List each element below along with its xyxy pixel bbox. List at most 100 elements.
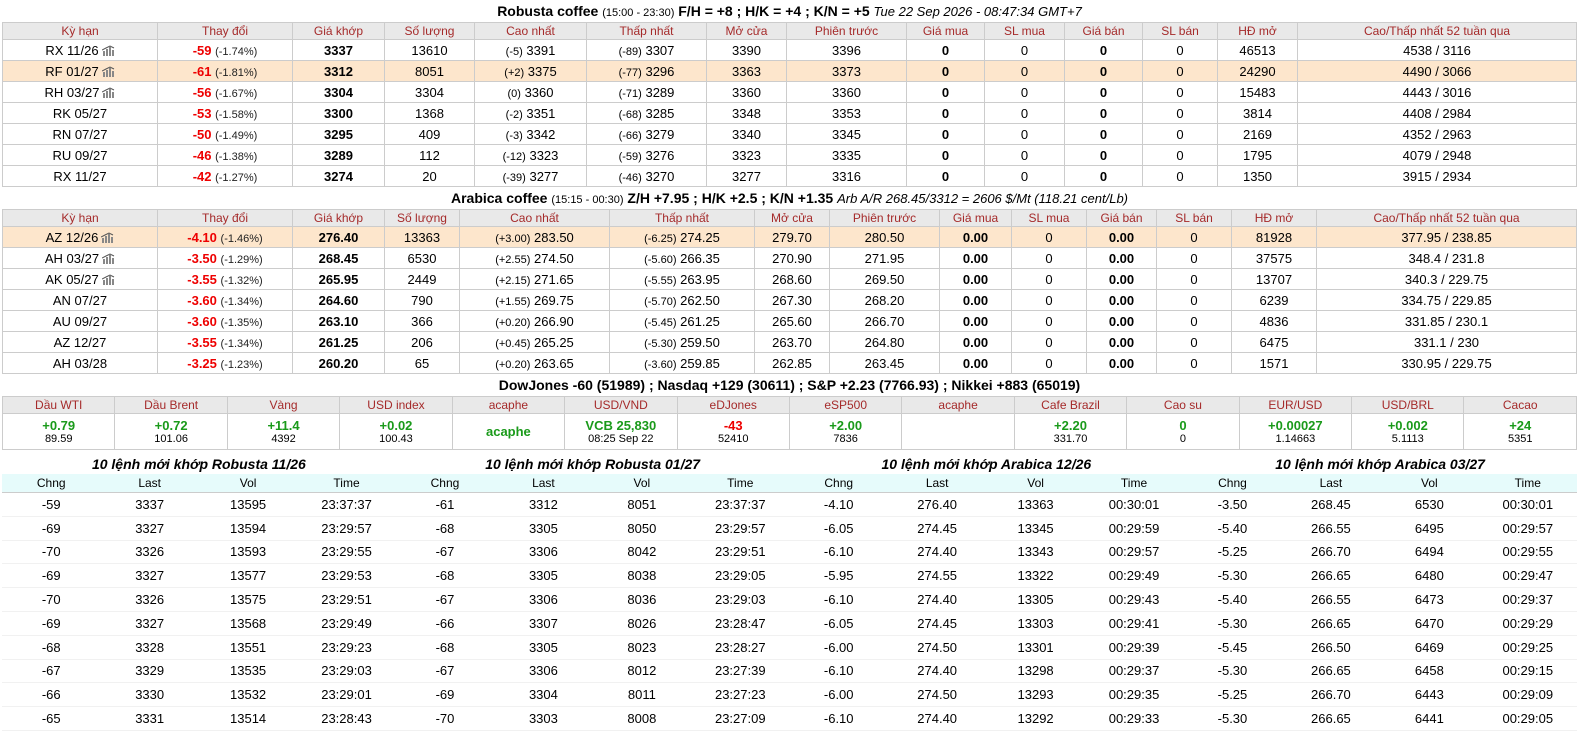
index-cell[interactable]: +0.02 100.43 (339, 413, 453, 450)
arabica-contract-row[interactable]: AH 03/27 -3.50 (-1.29%) 268.45 6530 (+2.55) … (2, 247, 1577, 269)
trade-cell: 3307 (494, 611, 593, 636)
contract-term[interactable]: AH 03/28 (2, 352, 158, 374)
chart-icon[interactable] (101, 231, 114, 243)
trade-row: -6.10 274.40 13343 00:29:57 (789, 540, 1184, 565)
index-cell[interactable]: VCB 25,830 08:25 Sep 22 (564, 413, 678, 450)
low-value: 261.25 (680, 313, 720, 329)
index-cell[interactable]: +11.4 4392 (226, 413, 341, 450)
trade-row: -65 3331 13514 23:28:43 (2, 706, 396, 731)
trade-cell: 13301 (986, 635, 1085, 660)
contract-term[interactable]: RK 05/27 (2, 102, 158, 124)
trade-cell: 23:29:23 (297, 635, 396, 660)
index-cell[interactable]: 00 (1126, 413, 1240, 450)
contract-term-label[interactable]: RF 01/27 (45, 64, 98, 79)
robusta-contract-row[interactable]: RU 09/27 -46 (-1.38%) 3289 112 (-12) 3323 (-5… (2, 144, 1577, 166)
bid-price: 0.00 (939, 331, 1012, 353)
change-value: -50 (192, 126, 212, 142)
chart-icon[interactable] (101, 65, 115, 77)
contract-term-label[interactable]: RU 09/27 (53, 148, 108, 163)
chart-icon[interactable] (101, 273, 115, 285)
trade-row: -6.10 274.40 13292 00:29:33 (789, 706, 1184, 731)
open-price: 263.70 (754, 331, 830, 353)
contract-term-label[interactable]: AZ 12/27 (54, 335, 107, 350)
robusta-contract-row[interactable]: RH 03/27 -56 (-1.67%) 3304 3304 (0) 3360 (-71… (2, 81, 1577, 103)
index-cell[interactable]: -43 52410 (676, 413, 790, 450)
contract-term[interactable]: AN 07/27 (2, 289, 158, 311)
index-value: 52410 (717, 432, 749, 445)
trade-cell: 3326 (100, 540, 199, 565)
contract-term-label[interactable]: AH 03/28 (53, 356, 107, 371)
contract-term-label[interactable]: RN 07/27 (53, 127, 108, 142)
trade-cell: 13322 (986, 563, 1085, 589)
robusta-col-header: Số lượng (384, 22, 475, 40)
trade-cell: 23:29:53 (297, 563, 396, 589)
index-cell[interactable]: acaphe (451, 413, 566, 450)
arabica-contract-row[interactable]: AH 03/28 -3.25 (-1.23%) 260.20 65 (+0.20) 26… (2, 352, 1577, 374)
contract-term-label[interactable]: AH 03/27 (45, 251, 99, 266)
index-cell[interactable]: +24 5351 (1463, 413, 1577, 450)
contract-term[interactable]: AZ 12/27 (2, 331, 158, 353)
week52-high-low: 340.3 / 229.75 (1316, 268, 1577, 290)
index-cell[interactable]: +0.00027 1.14663 (1238, 413, 1353, 450)
trade-cell: 23:29:57 (691, 516, 790, 541)
index-cell[interactable]: +0.002 5.1113 (1351, 413, 1465, 450)
robusta-contract-row[interactable]: RF 01/27 -61 (-1.81%) 3312 8051 (+2) 3375 (-7… (2, 60, 1577, 82)
arabica-col-header: SL bán (1156, 209, 1232, 227)
trade-cell: -5.40 (1183, 587, 1282, 612)
contract-term-label[interactable]: RH 03/27 (45, 85, 100, 100)
high-diff: (+0.20) (495, 316, 531, 329)
trade-cell: 274.40 (887, 706, 987, 731)
bid-price: 0.00 (939, 310, 1012, 332)
robusta-contract-row[interactable]: RX 11/27 -42 (-1.27%) 3274 20 (-39) 3277 (-46… (2, 165, 1577, 187)
chart-icon[interactable] (102, 86, 115, 98)
previous-close: 269.50 (829, 268, 940, 290)
index-cell[interactable] (901, 413, 1015, 450)
contract-term-label[interactable]: AK 05/27 (45, 272, 99, 287)
trade-cell: 23:29:49 (297, 611, 396, 636)
contract-term[interactable]: RX 11/26 (2, 39, 158, 61)
index-cell[interactable]: +0.72 101.06 (114, 413, 228, 450)
bid-quantity: 0 (984, 81, 1065, 103)
trade-cell: 00:30:01 (1478, 492, 1577, 517)
index-value: 331.70 (1053, 432, 1088, 445)
contract-term-label[interactable]: RX 11/27 (53, 169, 106, 184)
index-cell[interactable]: +0.79 89.59 (1, 413, 116, 450)
contract-term[interactable]: AU 09/27 (2, 310, 158, 332)
contract-term[interactable]: RN 07/27 (2, 123, 158, 145)
trade-cell: -67 (2, 659, 101, 684)
contract-term[interactable]: RX 11/27 (2, 165, 158, 187)
arabica-contract-row[interactable]: AK 05/27 -3.55 (-1.32%) 265.95 2449 (+2.15) … (2, 268, 1577, 290)
robusta-contract-row[interactable]: RX 11/26 -59 (-1.74%) 3337 13610 (-5) 3391 (-… (2, 39, 1577, 61)
contract-term[interactable]: RF 01/27 (2, 60, 158, 82)
contract-term[interactable]: AH 03/27 (2, 247, 158, 269)
arabica-contract-row[interactable]: AZ 12/26 -4.10 (-1.46%) 276.40 13363 (+3.00)… (2, 226, 1577, 248)
ask-price: 0.00 (1086, 226, 1157, 248)
arabica-contract-row[interactable]: AZ 12/27 -3.55 (-1.34%) 261.25 206 (+0.45) 2… (2, 331, 1577, 353)
trade-cell: 23:29:51 (297, 587, 396, 612)
arabica-contract-row[interactable]: AN 07/27 -3.60 (-1.34%) 264.60 790 (+1.55) 2… (2, 289, 1577, 311)
index-change: VCB 25,830 (585, 417, 657, 433)
robusta-contract-row[interactable]: RN 07/27 -50 (-1.49%) 3295 409 (-3) 3342 (-66… (2, 123, 1577, 145)
trade-cell: 23:37:37 (297, 492, 396, 517)
arabica-contract-row[interactable]: AU 09/27 -3.60 (-1.35%) 263.10 366 (+0.20) 2… (2, 310, 1577, 332)
contract-term-label[interactable]: AN 07/27 (53, 293, 107, 308)
change-cell: -46 (-1.38%) (157, 144, 293, 166)
last-price: 3304 (292, 81, 385, 103)
contract-term-label[interactable]: RX 11/26 (45, 43, 98, 58)
chart-icon[interactable] (102, 252, 115, 264)
index-cell[interactable]: +2.00 7836 (788, 413, 903, 450)
contract-term-label[interactable]: RK 05/27 (53, 106, 107, 121)
low-cell: (-46) 3270 (586, 165, 707, 187)
index-cell[interactable]: +2.20 331.70 (1013, 413, 1128, 450)
contract-term[interactable]: RU 09/27 (2, 144, 158, 166)
change-value: -3.60 (187, 313, 217, 329)
contract-term[interactable]: RH 03/27 (2, 81, 158, 103)
contract-term-label[interactable]: AU 09/27 (53, 314, 107, 329)
index-change: +11.4 (267, 417, 300, 433)
chart-icon[interactable] (101, 44, 115, 56)
contract-term[interactable]: AK 05/27 (2, 268, 158, 290)
robusta-contract-row[interactable]: RK 05/27 -53 (-1.58%) 3300 1368 (-2) 3351 (-6… (2, 102, 1577, 124)
contract-term[interactable]: AZ 12/26 (2, 226, 158, 248)
trade-cell: 274.45 (887, 516, 987, 541)
contract-term-label[interactable]: AZ 12/26 (46, 230, 99, 245)
